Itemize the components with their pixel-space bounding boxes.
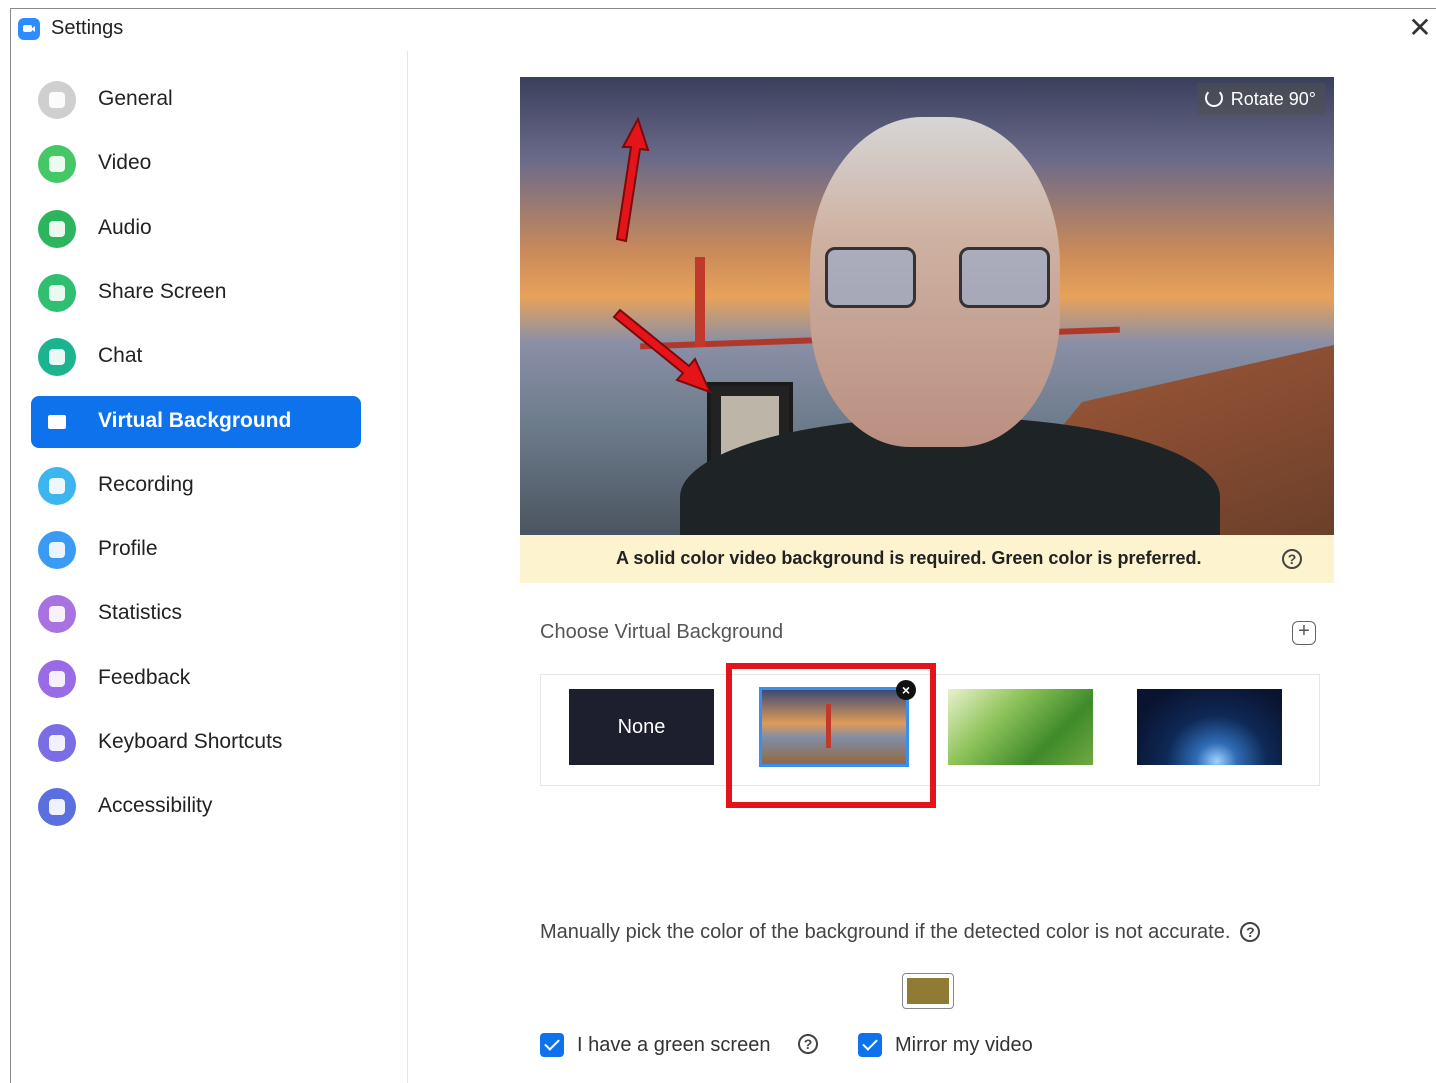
- sidebar-item-label: Recording: [98, 472, 194, 496]
- sidebar-item-label: Share Screen: [98, 279, 227, 303]
- manual-color-label: Manually pick the color of the backgroun…: [540, 921, 1231, 943]
- zoom-app-icon: [18, 18, 40, 40]
- record-icon: [38, 466, 76, 505]
- annotation-arrows: [612, 116, 712, 394]
- green-screen-label: I have a green screen: [577, 1034, 771, 1056]
- video-preview: Rotate 90°: [520, 77, 1334, 535]
- checkbox-checked[interactable]: [858, 1033, 882, 1057]
- smiley-icon: [38, 659, 76, 698]
- sidebar-item-label: Virtual Background: [98, 408, 292, 432]
- video-camera-icon: [38, 145, 76, 184]
- green-screen-help-icon[interactable]: ?: [798, 1034, 818, 1054]
- sidebar-item-label: Statistics: [98, 601, 183, 625]
- sidebar-item-keyboard-shortcuts[interactable]: Keyboard Shortcuts: [31, 717, 361, 769]
- bar-chart-icon: [38, 595, 76, 634]
- background-notice: A solid color video background is requir…: [520, 535, 1334, 583]
- mirror-video-label: Mirror my video: [895, 1034, 1033, 1056]
- sidebar-item-audio[interactable]: Audio: [31, 203, 361, 255]
- sidebar-item-label: Accessibility: [98, 794, 213, 818]
- settings-sidebar: General Video Audio Share Screen Chat Virtual…: [11, 51, 408, 1083]
- add-background-icon[interactable]: +: [1292, 621, 1316, 645]
- sidebar-item-label: Keyboard Shortcuts: [98, 730, 283, 753]
- user-icon: [38, 531, 76, 570]
- sidebar-item-video[interactable]: Video: [31, 138, 361, 190]
- sidebar-item-statistics[interactable]: Statistics: [31, 588, 361, 640]
- red-arrow-down-right: [612, 308, 712, 394]
- sidebar-item-label: Audio: [98, 215, 152, 239]
- manual-color-help-icon[interactable]: ?: [1240, 922, 1261, 942]
- thumb-grass[interactable]: [948, 689, 1093, 765]
- sidebar-item-share-screen[interactable]: Share Screen: [31, 267, 361, 319]
- sidebar-item-feedback[interactable]: Feedback: [31, 653, 361, 705]
- background-color-swatch[interactable]: [902, 973, 954, 1009]
- headphones-icon: [38, 209, 76, 248]
- person-card-icon: [38, 403, 76, 441]
- swatch-fill: [907, 978, 949, 1004]
- sidebar-item-label: Chat: [98, 344, 143, 368]
- thumb-none[interactable]: None: [569, 689, 714, 765]
- chat-bubble-icon: [38, 338, 76, 377]
- sidebar-item-label: Video: [98, 151, 152, 175]
- sidebar-item-accessibility[interactable]: Accessibility: [31, 781, 361, 833]
- sidebar-item-chat[interactable]: Chat: [31, 331, 361, 383]
- sidebar-item-label: Feedback: [98, 665, 191, 689]
- red-arrow-up: [615, 116, 650, 243]
- virtual-background-panel: Rotate 90° A solid color video backgroun…: [408, 51, 1436, 1083]
- title-bar: Settings ✕: [11, 9, 1436, 49]
- highlight-box: [726, 663, 936, 808]
- sidebar-item-profile[interactable]: Profile: [31, 524, 361, 576]
- window-title: Settings: [51, 17, 124, 39]
- notice-text: A solid color video background is requir…: [616, 548, 1202, 568]
- sidebar-item-recording[interactable]: Recording: [31, 460, 361, 512]
- sidebar-item-label: Profile: [98, 537, 158, 561]
- sidebar-item-virtual-background[interactable]: Virtual Background: [31, 395, 361, 448]
- sidebar-item-general[interactable]: General: [31, 74, 361, 126]
- thumb-earth[interactable]: [1137, 689, 1282, 765]
- close-icon[interactable]: ✕: [1405, 13, 1435, 43]
- manual-color-text: Manually pick the color of the backgroun…: [540, 921, 1261, 944]
- notice-help-icon[interactable]: ?: [1282, 549, 1302, 569]
- keyboard-icon: [38, 724, 76, 762]
- gear-icon: [38, 81, 76, 119]
- sidebar-item-label: General: [98, 87, 173, 110]
- accessibility-icon: [38, 788, 76, 827]
- choose-background-heading: Choose Virtual Background: [540, 621, 784, 643]
- settings-window: Settings ✕ General Video Audio Share Screen…: [10, 8, 1436, 1083]
- checkbox-checked[interactable]: [540, 1033, 564, 1057]
- share-screen-icon: [38, 273, 76, 312]
